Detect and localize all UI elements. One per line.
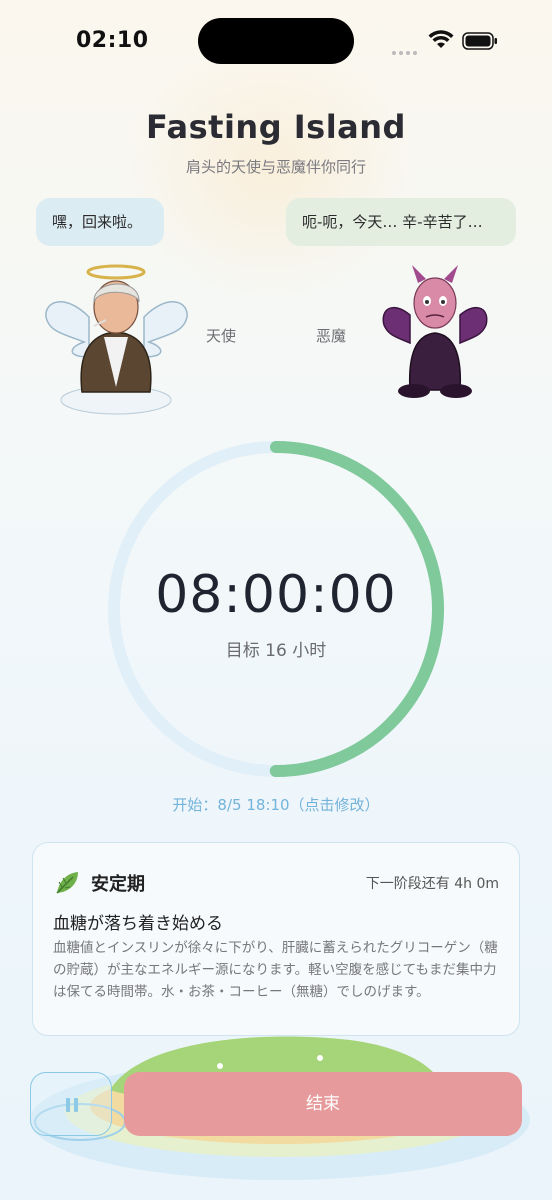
app-title: Fasting Island — [146, 108, 406, 146]
app-subtitle: 肩头的天使与恶魔伴你同行 — [185, 158, 366, 176]
devil-avatar[interactable] — [380, 265, 490, 400]
phase-description: 血糖値とインスリンが徐々に下がり、肝臓に蓄えられたグリコーゲン（糖の貯蔵）が主な… — [53, 940, 498, 1000]
wifi-icon — [428, 30, 454, 48]
end-fast-button[interactable]: 结束 — [124, 1072, 522, 1136]
angel-label: 天使 — [206, 327, 237, 345]
status-time: 02:10 — [76, 28, 149, 53]
angel-avatar[interactable] — [44, 262, 189, 417]
dynamic-island — [198, 18, 354, 64]
phase-headline: 血糖が落ち着き始める — [53, 914, 223, 934]
elapsed-timer: 08:00:00 — [155, 565, 397, 625]
leaf-icon — [56, 872, 78, 894]
signal-icon — [392, 40, 422, 55]
status-bar: 02:10 — [0, 0, 552, 80]
devil-speech-bubble: 呃-呃，今天… 辛-辛苦了… — [286, 198, 516, 246]
fasting-goal: 目标 16 小时 — [225, 641, 327, 661]
next-phase-countdown: 下一阶段还有 4h 0m — [365, 876, 499, 892]
angel-speech-bubble: 嘿，回来啦。 — [36, 198, 164, 246]
start-time-link[interactable]: 开始：8/5 18:10（点击修改） — [0, 794, 552, 815]
devil-label: 恶魔 — [316, 327, 347, 345]
pause-icon — [66, 1098, 78, 1112]
phase-name: 安定期 — [91, 874, 145, 895]
pause-button[interactable] — [30, 1072, 112, 1136]
battery-icon — [462, 32, 497, 50]
phase-card: 安定期 下一阶段还有 4h 0m 血糖が落ち着き始める 血糖値とインスリンが徐々… — [32, 842, 520, 1036]
